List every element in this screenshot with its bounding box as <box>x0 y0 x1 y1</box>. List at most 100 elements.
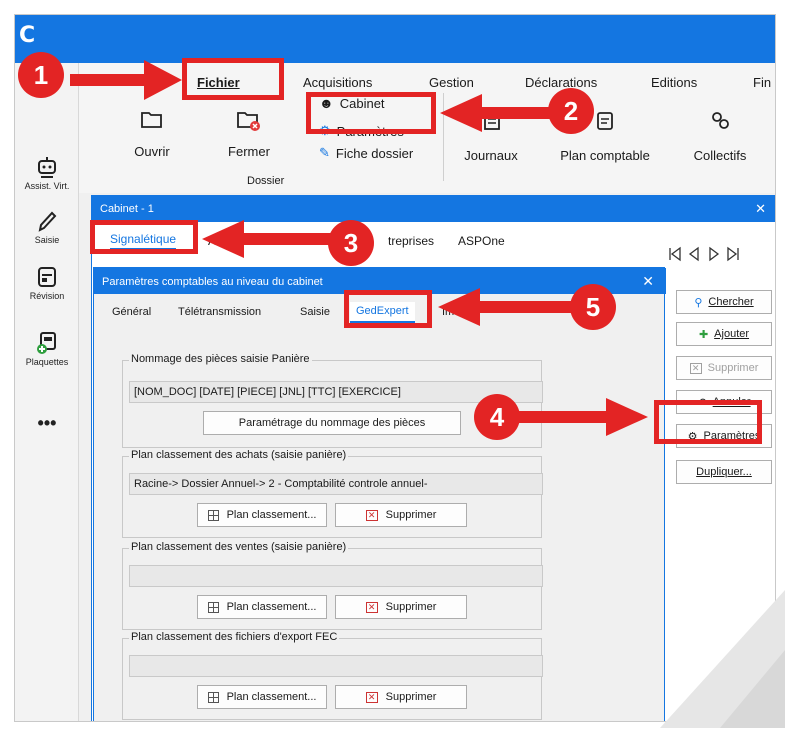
ledger-icon <box>597 112 613 130</box>
rail-item-saisie[interactable]: Saisie <box>15 209 79 245</box>
dossier-group-label: Dossier <box>247 175 285 187</box>
menu-acquisitions[interactable]: Acquisitions <box>303 75 372 90</box>
close-icon[interactable]: ✕ <box>755 201 766 217</box>
ventes-field[interactable] <box>129 565 543 587</box>
grid-icon <box>207 691 219 703</box>
group-achats: Plan classement des achats (saisie paniè… <box>122 449 543 538</box>
fiche-dossier-button[interactable]: ✎ Fiche dossier <box>319 145 413 161</box>
add-document-icon: ✚ <box>698 328 709 341</box>
robot-icon <box>38 157 56 178</box>
dupliquer-button[interactable]: Dupliquer... <box>676 460 772 484</box>
delete-icon: ✕ <box>365 601 378 613</box>
menu-editions[interactable]: Editions <box>651 75 697 90</box>
rail-label-assist: Assist. Virt. <box>24 181 70 191</box>
folder-close-icon <box>237 112 260 131</box>
arrow-3 <box>202 220 340 258</box>
collectifs-label: Collectifs <box>693 148 747 163</box>
supprimer-record-label: Supprimer <box>707 362 759 374</box>
screen-icon <box>38 267 56 287</box>
annotation-2: 2 <box>548 88 594 134</box>
delete-icon: ✕ <box>365 509 378 521</box>
ajouter-button[interactable]: ✚ Ajouter <box>676 322 772 346</box>
plan-comptable-label: Plan comptable <box>560 148 650 163</box>
chercher-label: Chercher <box>708 296 754 308</box>
group-fec-title: Plan classement des fichiers d'export FE… <box>129 631 340 643</box>
cabinet-window-title: Cabinet - 1 <box>92 196 775 222</box>
arrow-1 <box>70 60 182 100</box>
tab-teletransmission[interactable]: Télétransmission <box>178 306 261 318</box>
rail-item-revision[interactable]: Révision <box>15 265 79 301</box>
plan-classement-achats-label: Plan classement... <box>226 509 317 521</box>
ouvrir-button[interactable]: Ouvrir <box>127 109 177 159</box>
plan-classement-ventes-button[interactable]: Plan classement... <box>197 595 327 619</box>
menu-gestion[interactable]: Gestion <box>429 75 474 90</box>
group-fec: Plan classement des fichiers d'export FE… <box>122 631 543 720</box>
journaux-label: Journaux <box>464 148 518 163</box>
supprimer-ventes-label: Supprimer <box>385 601 437 613</box>
more-icon[interactable]: ••• <box>15 413 79 434</box>
collectifs-button[interactable]: Collectifs <box>683 111 757 163</box>
tab-asp[interactable]: ASPOne <box>458 234 505 248</box>
add-document-icon <box>37 332 56 354</box>
annotation-1: 1 <box>18 52 64 98</box>
dupliquer-label: Dupliquer... <box>696 466 752 478</box>
left-rail: Assist. Virt. Saisie Révision Plaquettes… <box>15 63 79 721</box>
record-nav-arrows-icon <box>669 246 739 262</box>
annotation-5: 5 <box>570 284 616 330</box>
arrow-5 <box>438 288 576 326</box>
fermer-button[interactable]: Fermer <box>221 109 277 159</box>
menu-fin[interactable]: Fin <box>753 75 771 90</box>
users-icon <box>712 112 729 129</box>
menu-declarations[interactable]: Déclarations <box>525 75 597 90</box>
supprimer-achats-label: Supprimer <box>385 509 437 521</box>
close-icon[interactable]: ✕ <box>642 273 654 290</box>
group-ventes-title: Plan classement des ventes (saisie paniè… <box>129 541 349 553</box>
delete-icon: ✕ <box>689 362 702 374</box>
group-ventes: Plan classement des ventes (saisie paniè… <box>122 541 543 630</box>
rail-item-assist[interactable]: Assist. Virt. <box>15 155 79 191</box>
pencil-icon <box>38 211 57 232</box>
page-corner-shadow <box>640 560 785 728</box>
grid-icon <box>207 601 219 613</box>
group-achats-title: Plan classement des achats (saisie paniè… <box>129 449 349 461</box>
fermer-label: Fermer <box>228 144 270 159</box>
highlight-signaletique <box>90 220 198 254</box>
rail-label-revision: Révision <box>29 291 65 301</box>
highlight-parametres <box>654 400 762 444</box>
highlight-gedexpert <box>344 290 432 328</box>
fiche-dossier-label: Fiche dossier <box>335 145 414 161</box>
rail-item-plaquettes[interactable]: Plaquettes <box>15 331 79 367</box>
app-logo: C <box>19 23 36 48</box>
supprimer-ventes-button[interactable]: ✕ Supprimer <box>335 595 467 619</box>
delete-icon: ✕ <box>365 691 378 703</box>
search-icon: ⚲ <box>694 296 703 309</box>
plan-classement-achats-button[interactable]: Plan classement... <box>197 503 327 527</box>
ajouter-label: Ajouter <box>714 328 750 340</box>
annotation-3: 3 <box>328 220 374 266</box>
fec-field[interactable] <box>129 655 543 677</box>
ouvrir-label: Ouvrir <box>134 144 170 159</box>
supprimer-record-button[interactable]: ✕ Supprimer <box>676 356 772 380</box>
plan-classement-fec-button[interactable]: Plan classement... <box>197 685 327 709</box>
grid-icon <box>207 509 219 521</box>
record-nav[interactable] <box>666 246 756 266</box>
group-nommage-title: Nommage des pièces saisie Panière <box>129 353 312 365</box>
rail-label-plaquettes: Plaquettes <box>25 357 69 367</box>
supprimer-achats-button[interactable]: ✕ Supprimer <box>335 503 467 527</box>
highlight-fichier <box>182 58 284 100</box>
parametres-dialog: Paramètres comptables au niveau du cabin… <box>93 267 666 721</box>
chercher-button[interactable]: ⚲ Chercher <box>676 290 772 314</box>
tab-saisie[interactable]: Saisie <box>300 306 330 318</box>
achats-field[interactable]: Racine-> Dossier Annuel-> 2 - Comptabili… <box>129 473 543 495</box>
plan-classement-fec-label: Plan classement... <box>226 691 317 703</box>
highlight-cabinet <box>306 92 436 134</box>
arrow-4 <box>502 398 648 436</box>
rail-label-saisie: Saisie <box>34 235 60 245</box>
supprimer-fec-label: Supprimer <box>385 691 437 703</box>
tab-general[interactable]: Général <box>112 306 151 318</box>
supprimer-fec-button[interactable]: ✕ Supprimer <box>335 685 467 709</box>
annotation-4: 4 <box>474 394 520 440</box>
tab-entreprises[interactable]: treprises <box>388 234 434 248</box>
folder-edit-icon: ✎ <box>319 145 330 160</box>
parametrage-nommage-button[interactable]: Paramétrage du nommage des pièces <box>203 411 461 435</box>
